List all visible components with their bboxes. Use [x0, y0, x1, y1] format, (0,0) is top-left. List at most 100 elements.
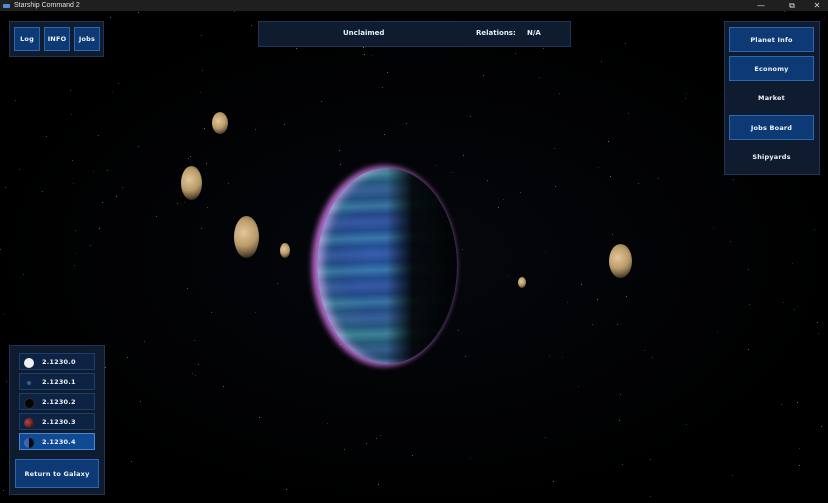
body-item-label: 2.1230.2	[42, 397, 76, 406]
star	[578, 386, 579, 387]
star	[188, 158, 189, 159]
star	[686, 424, 687, 425]
star	[545, 437, 546, 438]
planet-night-side	[317, 168, 457, 364]
star	[140, 401, 141, 402]
star	[799, 465, 800, 466]
star	[156, 216, 157, 217]
star	[98, 135, 99, 136]
star	[462, 249, 463, 250]
star	[658, 178, 659, 179]
star	[76, 253, 77, 254]
moon-upper-left[interactable]	[212, 112, 228, 134]
minimize-button[interactable]: —	[750, 0, 772, 11]
star	[107, 170, 108, 171]
body-item-2-1230-1[interactable]: 2.1230.1	[19, 373, 95, 390]
owner-label: Unclaimed	[343, 29, 385, 37]
star	[187, 288, 188, 289]
star	[3, 490, 4, 491]
star	[406, 123, 407, 124]
moon-left[interactable]	[181, 166, 202, 200]
star	[567, 302, 568, 303]
star	[730, 241, 731, 242]
body-item-2-1230-2[interactable]: 2.1230.2	[19, 393, 95, 410]
star	[70, 90, 71, 91]
star	[539, 77, 540, 78]
star	[597, 299, 598, 300]
star	[638, 183, 639, 184]
star	[483, 75, 484, 76]
star	[46, 136, 47, 137]
star	[105, 367, 106, 368]
star	[652, 357, 653, 358]
star	[198, 364, 199, 365]
star	[201, 35, 202, 36]
window-title: Starship Command 2	[14, 2, 80, 9]
star	[470, 458, 471, 459]
red-planet-icon	[24, 418, 34, 428]
moon-small-right[interactable]	[518, 277, 526, 288]
star	[799, 448, 800, 449]
star	[507, 275, 508, 276]
star	[138, 12, 139, 13]
moon-small-left[interactable]	[280, 243, 290, 258]
info-button[interactable]: INFO	[44, 27, 70, 51]
star	[498, 207, 499, 208]
star	[277, 283, 278, 284]
star	[71, 114, 72, 115]
moon-right[interactable]	[609, 244, 632, 278]
star	[650, 496, 651, 497]
star	[818, 333, 819, 334]
shipyards-button[interactable]: Shipyards	[729, 144, 814, 169]
star	[206, 163, 207, 164]
return-to-galaxy-button[interactable]: Return to Galaxy	[15, 459, 99, 488]
star	[204, 128, 205, 129]
star	[384, 134, 385, 135]
star	[23, 274, 24, 275]
star	[93, 171, 94, 172]
star	[748, 269, 749, 270]
star	[5, 187, 6, 188]
star	[6, 381, 7, 382]
star	[465, 356, 466, 357]
star	[749, 304, 750, 305]
jobs-button[interactable]: Jobs	[74, 27, 100, 51]
star	[617, 324, 618, 325]
window-title-bar: Starship Command 2 — ⧉ ✕	[0, 0, 828, 11]
star	[223, 386, 224, 387]
star	[717, 331, 718, 332]
economy-button[interactable]: Economy	[729, 56, 814, 81]
star	[549, 356, 550, 357]
star	[255, 312, 256, 313]
star	[781, 404, 782, 405]
log-button[interactable]: Log	[14, 27, 40, 51]
moon-mid-left[interactable]	[234, 216, 259, 258]
star	[228, 183, 229, 184]
star	[612, 234, 613, 235]
star	[824, 17, 825, 18]
body-item-2-1230-3[interactable]: 2.1230.3	[19, 413, 95, 430]
body-item-2-1230-0[interactable]: 2.1230.0	[19, 353, 95, 370]
relations-label: Relations:	[476, 29, 516, 37]
star	[458, 330, 459, 331]
star	[644, 350, 645, 351]
star	[610, 176, 611, 177]
star	[792, 263, 793, 264]
star	[748, 349, 749, 350]
market-button[interactable]: Market	[729, 85, 814, 110]
star	[784, 11, 785, 12]
jobs-board-button[interactable]: Jobs Board	[729, 115, 814, 140]
app-icon	[3, 3, 10, 8]
star	[74, 265, 75, 266]
restore-button[interactable]: ⧉	[781, 0, 803, 11]
star	[3, 314, 4, 315]
star	[608, 141, 609, 142]
close-button[interactable]: ✕	[806, 0, 828, 11]
star	[733, 179, 734, 180]
star	[797, 402, 798, 403]
planet-info-button[interactable]: Planet Info	[729, 27, 814, 52]
relations-value: N/A	[527, 29, 541, 37]
star	[202, 70, 203, 71]
body-item-2-1230-4[interactable]: 2.1230.4	[19, 433, 95, 450]
star	[601, 61, 602, 62]
